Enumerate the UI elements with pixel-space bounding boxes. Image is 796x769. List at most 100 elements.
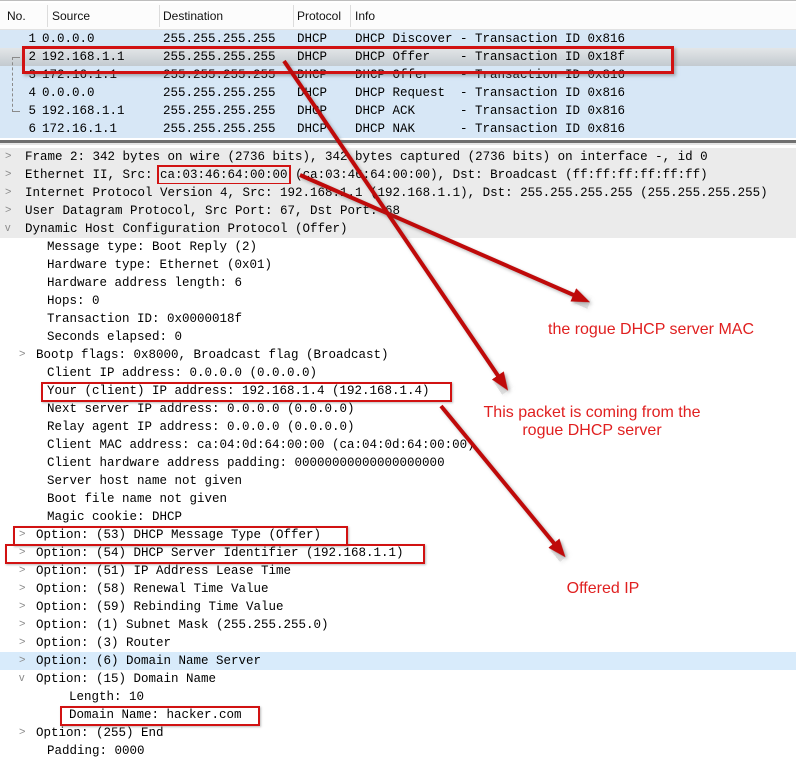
column-header-protocol[interactable]: Protocol: [297, 9, 341, 23]
column-header-source[interactable]: Source: [52, 9, 90, 23]
column-header-no[interactable]: No.: [7, 9, 26, 23]
column-divider[interactable]: [350, 5, 351, 27]
detail-text: Boot file name not given: [47, 492, 227, 506]
detail-row[interactable]: Boot file name not given: [0, 490, 796, 508]
detail-row[interactable]: Domain Name: hacker.com: [0, 706, 796, 724]
column-divider[interactable]: [293, 5, 294, 27]
detail-row[interactable]: > Internet Protocol Version 4, Src: 192.1…: [0, 184, 796, 202]
chevron-right-icon[interactable]: >: [5, 186, 11, 198]
detail-row[interactable]: Client hardware address padding: 0000000…: [0, 454, 796, 472]
detail-row[interactable]: > Option: (1) Subnet Mask (255.255.255.0): [0, 616, 796, 634]
redbox-rogue-offer-row: [22, 46, 674, 74]
redbox-annotation: [5, 544, 425, 564]
detail-text: Option: (59) Rebinding Time Value: [36, 600, 284, 614]
detail-text: Hops: 0: [47, 294, 100, 308]
detail-row[interactable]: v Dynamic Host Configuration Protocol (Of…: [0, 220, 796, 238]
packet-row-5[interactable]: 5192.168.1.1255.255.255.255DHCPDHCP ACK …: [0, 102, 796, 120]
packet-destination: 255.255.255.255: [163, 86, 276, 100]
detail-row[interactable]: Length: 10: [0, 688, 796, 706]
redbox-annotation: [13, 526, 348, 546]
chevron-right-icon[interactable]: >: [19, 618, 25, 630]
packet-source: 0.0.0.0: [42, 32, 95, 46]
wireshark-window: No. Source Destination Protocol Info 10.…: [0, 0, 796, 769]
detail-row[interactable]: >User Datagram Protocol, Src Port: 67, D…: [0, 202, 796, 220]
detail-text: Dynamic Host Configuration Protocol (Off…: [25, 222, 348, 236]
packet-destination: 255.255.255.255: [163, 122, 276, 136]
annotation-rogue-packet-label: This packet is coming from the rogue DHC…: [468, 404, 716, 441]
detail-row[interactable]: > Option: (59) Rebinding Time Value: [0, 598, 796, 616]
detail-row[interactable]: >Option: (51) IP Address Lease Time: [0, 562, 796, 580]
detail-text: Client IP address: 0.0.0.0 (0.0.0.0): [47, 366, 317, 380]
packet-list-header: No. Source Destination Protocol Info: [0, 3, 796, 30]
detail-row[interactable]: > Ethernet II, Src: ca:03:46:64:00:00 (ca…: [0, 166, 796, 184]
detail-row[interactable]: Your (client) IP address: 192.168.1.4 (1…: [0, 382, 796, 400]
detail-text: Frame 2: 342 bytes on wire (2736 bits), …: [25, 150, 708, 164]
detail-row[interactable]: Magic cookie: DHCP: [0, 508, 796, 526]
detail-text: Relay agent IP address: 0.0.0.0 (0.0.0.0…: [47, 420, 355, 434]
detail-row[interactable]: > Option: (3) Router: [0, 634, 796, 652]
detail-text: Hardware address length: 6: [47, 276, 242, 290]
detail-text: Bootp flags: 0x8000, Broadcast flag (Bro…: [36, 348, 389, 362]
redbox-annotation: [41, 382, 452, 402]
detail-row[interactable]: Hardware address length: 6: [0, 274, 796, 292]
chevron-right-icon[interactable]: >: [19, 726, 25, 738]
chevron-right-icon[interactable]: >: [19, 636, 25, 648]
chevron-right-icon[interactable]: >: [19, 582, 25, 594]
chevron-right-icon[interactable]: >: [19, 348, 25, 360]
packet-protocol: DHCP: [297, 32, 327, 46]
packet-destination: 255.255.255.255: [163, 32, 276, 46]
packet-info: DHCP ACK - Transaction ID 0x816: [355, 104, 625, 118]
detail-row[interactable]: Server host name not given: [0, 472, 796, 490]
packet-row-6[interactable]: 6172.16.1.1255.255.255.255DHCPDHCP NAK -…: [0, 120, 796, 138]
redbox-mac-address: ca:03:46:64:00:00: [160, 168, 288, 182]
column-header-info[interactable]: Info: [355, 9, 375, 23]
detail-row[interactable]: Message type: Boot Reply (2): [0, 238, 796, 256]
annotation-offered-ip-label: Offered IP: [548, 580, 658, 598]
packet-source: 172.16.1.1: [42, 122, 117, 136]
chevron-down-icon[interactable]: v: [5, 222, 11, 234]
detail-text: Transaction ID: 0x0000018f: [47, 312, 242, 326]
column-header-destination[interactable]: Destination: [163, 9, 223, 23]
detail-text: Server host name not given: [47, 474, 242, 488]
detail-text: Option: (15) Domain Name: [36, 672, 216, 686]
detail-text: Ethernet II, Src: ca:03:46:64:00:00 (ca:…: [25, 168, 708, 182]
chevron-right-icon[interactable]: >: [19, 654, 25, 666]
detail-row[interactable]: >Option: (6) Domain Name Server: [0, 652, 796, 670]
packet-protocol: DHCP: [297, 104, 327, 118]
detail-row[interactable]: Padding: 0000: [0, 742, 796, 760]
detail-text: Client hardware address padding: 0000000…: [47, 456, 445, 470]
chevron-right-icon[interactable]: >: [19, 600, 25, 612]
detail-row[interactable]: > Frame 2: 342 bytes on wire (2736 bits),…: [0, 148, 796, 166]
detail-text: Option: (1) Subnet Mask (255.255.255.0): [36, 618, 329, 632]
detail-row[interactable]: >Option: (58) Renewal Time Value: [0, 580, 796, 598]
detail-row[interactable]: >Option: (53) DHCP Message Type (Offer): [0, 526, 796, 544]
detail-row[interactable]: > Bootp flags: 0x8000, Broadcast flag (Br…: [0, 346, 796, 364]
detail-text: Padding: 0000: [47, 744, 145, 758]
chevron-right-icon[interactable]: >: [19, 564, 25, 576]
detail-row[interactable]: >Option: (54) DHCP Server Identifier (19…: [0, 544, 796, 562]
detail-row[interactable]: v Option: (15) Domain Name: [0, 670, 796, 688]
column-divider[interactable]: [159, 5, 160, 27]
detail-row[interactable]: > Option: (255) End: [0, 724, 796, 742]
chevron-right-icon[interactable]: >: [5, 168, 11, 180]
detail-text: Option: (255) End: [36, 726, 164, 740]
column-divider[interactable]: [47, 5, 48, 27]
detail-text: Client MAC address: ca:04:0d:64:00:00 (c…: [47, 438, 475, 452]
packet-details-pane: > Frame 2: 342 bytes on wire (2736 bits),…: [0, 148, 796, 760]
detail-row[interactable]: Hops: 0: [0, 292, 796, 310]
chevron-right-icon[interactable]: >: [5, 150, 11, 162]
detail-text: Message type: Boot Reply (2): [47, 240, 257, 254]
packet-info: DHCP Request - Transaction ID 0x816: [355, 86, 625, 100]
detail-text: Option: (3) Router: [36, 636, 171, 650]
detail-row[interactable]: Client IP address: 0.0.0.0 (0.0.0.0): [0, 364, 796, 382]
related-packets-bracket-icon: [12, 57, 20, 112]
detail-text: Internet Protocol Version 4, Src: 192.16…: [25, 186, 768, 200]
packet-row-4[interactable]: 40.0.0.0255.255.255.255DHCPDHCP Request …: [0, 84, 796, 102]
annotation-rogue-mac-label: the rogue DHCP server MAC: [540, 321, 762, 339]
pane-divider[interactable]: [0, 140, 796, 145]
chevron-down-icon[interactable]: v: [19, 672, 25, 684]
packet-no: 6: [0, 122, 36, 136]
detail-row[interactable]: Hardware type: Ethernet (0x01): [0, 256, 796, 274]
packet-protocol: DHCP: [297, 122, 327, 136]
chevron-right-icon[interactable]: >: [5, 204, 11, 216]
